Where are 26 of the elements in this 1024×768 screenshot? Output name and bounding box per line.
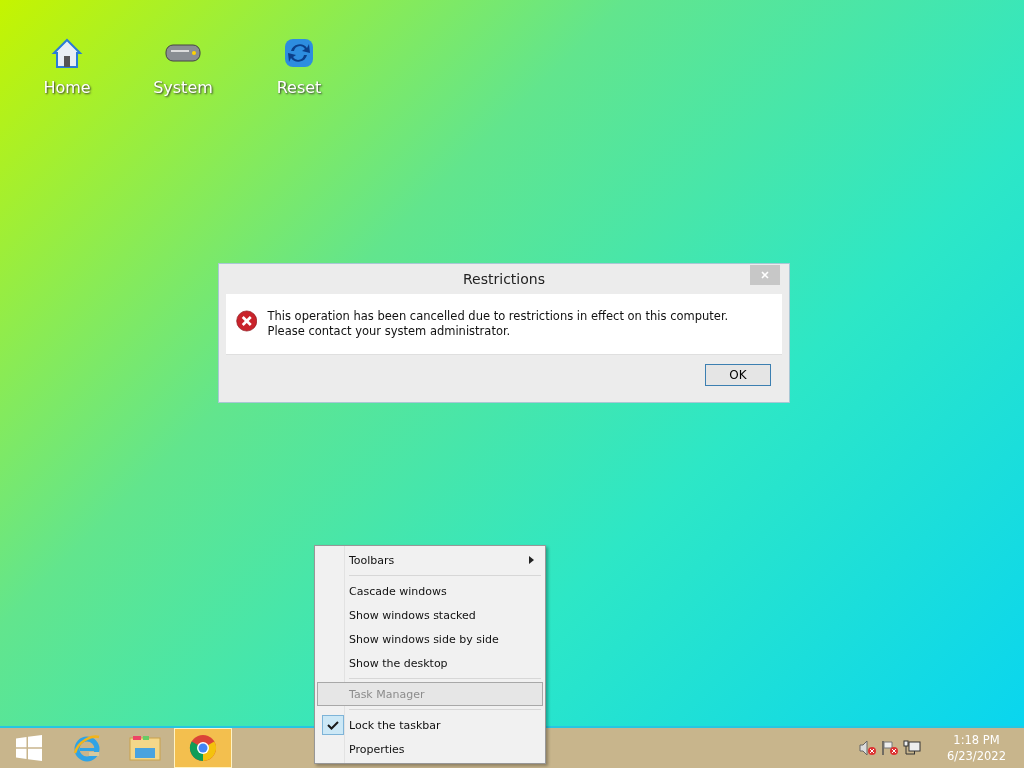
menu-item[interactable]: Properties (317, 737, 543, 761)
icon-label: Reset (276, 78, 322, 97)
flag-error-icon[interactable] (881, 740, 900, 756)
error-message: This operation has been cancelled due to restrictions in effect on this computer. Please contact your system administrator. (267, 308, 730, 339)
clock-time: 1:18 PM (953, 732, 1000, 748)
chrome-browser-icon (189, 734, 217, 762)
window-title: Restrictions (463, 271, 545, 287)
menu-item[interactable]: Toolbars (317, 548, 543, 572)
muted-speaker-icon[interactable] (859, 740, 878, 756)
menu-item[interactable]: Lock the taskbar (317, 713, 543, 737)
menu-item[interactable]: Show windows stacked (317, 603, 543, 627)
menu-item[interactable]: Show the desktop (317, 651, 543, 675)
icon-label: Home (43, 78, 91, 97)
menu-item[interactable]: Show windows side by side (317, 627, 543, 651)
taskbar-button[interactable] (174, 728, 232, 768)
refresh-icon[interactable] (282, 36, 316, 70)
menu-item[interactable]: Cascade windows (317, 579, 543, 603)
folder-icon (129, 734, 161, 762)
clock-date: 6/23/2022 (947, 748, 1006, 764)
ok-button[interactable]: OK (705, 364, 771, 386)
house-icon[interactable] (50, 36, 84, 70)
browser-e-icon (72, 733, 102, 763)
close-icon (761, 271, 769, 279)
network-icon[interactable] (903, 740, 922, 756)
windows-logo-icon (16, 735, 42, 761)
icon-label: System (153, 78, 213, 97)
